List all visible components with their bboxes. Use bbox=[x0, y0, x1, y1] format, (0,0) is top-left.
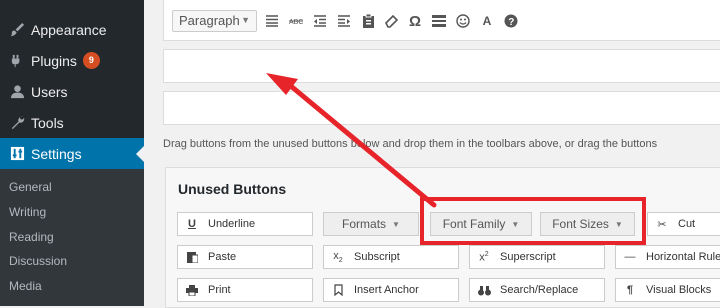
button-label: Formats bbox=[342, 217, 387, 231]
toolbar-row-main: Paragraph ▼ ABC Ω A ? bbox=[163, 0, 720, 41]
button-label: Underline bbox=[208, 218, 256, 230]
pilcrow-icon: ¶ bbox=[626, 284, 634, 296]
button-label: Insert Anchor bbox=[354, 284, 419, 296]
plugin-icon bbox=[9, 53, 25, 69]
format-select[interactable]: Paragraph ▼ bbox=[172, 10, 257, 32]
button-label: Paste bbox=[208, 251, 237, 263]
bookmark-icon bbox=[331, 283, 345, 297]
underline-icon: U bbox=[188, 218, 196, 230]
menu-label: Users bbox=[31, 83, 68, 100]
printer-icon bbox=[185, 283, 199, 297]
menu-item-appearance[interactable]: Appearance bbox=[0, 14, 144, 45]
binoculars-icon bbox=[477, 283, 491, 297]
chevron-down-icon: ▼ bbox=[241, 15, 250, 25]
button-label: Print bbox=[208, 284, 231, 296]
menu-item-tools[interactable]: Tools bbox=[0, 107, 144, 138]
button-label: Cut bbox=[678, 218, 696, 230]
button-formats[interactable]: Formats ▼ bbox=[323, 212, 419, 236]
button-label: Superscript bbox=[500, 251, 556, 263]
help-icon[interactable]: ? bbox=[501, 10, 521, 32]
toolbar-row-3-dropzone[interactable] bbox=[163, 91, 720, 125]
drag-instructions: Drag buttons from the unused buttons bel… bbox=[163, 138, 658, 150]
toolbar-row-2-dropzone[interactable] bbox=[163, 49, 720, 83]
button-cut[interactable]: ✂ Cut bbox=[647, 212, 720, 236]
scissors-icon: ✂ bbox=[657, 218, 667, 231]
omega-icon[interactable]: Ω bbox=[405, 10, 425, 32]
button-search-replace[interactable]: Search/Replace bbox=[469, 278, 605, 302]
button-paste[interactable]: Paste bbox=[177, 245, 313, 269]
settings-icon bbox=[9, 146, 25, 162]
menu-item-settings[interactable]: Settings bbox=[0, 138, 144, 169]
admin-sidebar: Appearance Plugins 9 Users Tools Setting… bbox=[0, 0, 144, 306]
active-menu-pointer bbox=[136, 146, 144, 162]
subscript-icon: x2 bbox=[333, 249, 343, 265]
menu-label: Appearance bbox=[31, 21, 107, 38]
button-subscript[interactable]: x2 Subscript bbox=[323, 245, 459, 269]
button-superscript[interactable]: x2 Superscript bbox=[469, 245, 605, 269]
button-print[interactable]: Print bbox=[177, 278, 313, 302]
paste-icon bbox=[185, 250, 199, 264]
paste-icon[interactable] bbox=[358, 10, 378, 32]
text-color-icon[interactable]: A bbox=[477, 10, 497, 32]
svg-text:?: ? bbox=[508, 17, 514, 28]
main-content: Paragraph ▼ ABC Ω A ? Drag buttons from … bbox=[144, 0, 720, 308]
brush-icon bbox=[9, 22, 25, 38]
update-count-badge: 9 bbox=[82, 52, 100, 69]
smiley-icon[interactable] bbox=[453, 10, 473, 32]
submenu-discussion[interactable]: Discussion bbox=[9, 254, 67, 268]
submenu-media[interactable]: Media bbox=[9, 279, 42, 293]
menu-item-plugins[interactable]: Plugins 9 bbox=[0, 45, 144, 76]
menu-label: Settings bbox=[31, 145, 82, 162]
button-underline[interactable]: U Underline bbox=[177, 212, 313, 236]
highlight-box bbox=[420, 197, 646, 245]
svg-text:ABC: ABC bbox=[289, 19, 303, 26]
format-select-value: Paragraph bbox=[179, 13, 240, 28]
menu-label: Plugins bbox=[31, 52, 77, 69]
menu-label: Tools bbox=[31, 114, 64, 131]
unused-buttons-title: Unused Buttons bbox=[178, 181, 287, 197]
chevron-down-icon: ▼ bbox=[392, 219, 400, 229]
horizontal-rule-icon: — bbox=[624, 251, 636, 263]
align-justify-icon[interactable] bbox=[262, 10, 282, 32]
button-visual-blocks[interactable]: ¶ Visual Blocks bbox=[615, 278, 720, 302]
button-insert-anchor[interactable]: Insert Anchor bbox=[323, 278, 459, 302]
settings-submenu: General Writing Reading Discussion Media bbox=[0, 169, 144, 306]
submenu-reading[interactable]: Reading bbox=[9, 230, 54, 244]
wrench-icon bbox=[9, 115, 25, 131]
button-horizontal-rule[interactable]: — Horizontal Rule bbox=[615, 245, 720, 269]
button-label: Visual Blocks bbox=[646, 284, 712, 296]
indent-icon[interactable] bbox=[334, 10, 354, 32]
eraser-icon[interactable] bbox=[381, 10, 401, 32]
submenu-general[interactable]: General bbox=[9, 180, 52, 194]
user-icon bbox=[9, 84, 25, 100]
menu-item-users[interactable]: Users bbox=[0, 76, 144, 107]
button-label: Horizontal Rule bbox=[646, 251, 720, 263]
superscript-icon: x2 bbox=[479, 250, 489, 264]
horizontal-rule-icon[interactable] bbox=[429, 10, 449, 32]
button-label: Subscript bbox=[354, 251, 400, 263]
strikethrough-icon[interactable]: ABC bbox=[286, 10, 306, 32]
outdent-icon[interactable] bbox=[310, 10, 330, 32]
submenu-writing[interactable]: Writing bbox=[9, 205, 46, 219]
button-label: Search/Replace bbox=[500, 284, 579, 296]
